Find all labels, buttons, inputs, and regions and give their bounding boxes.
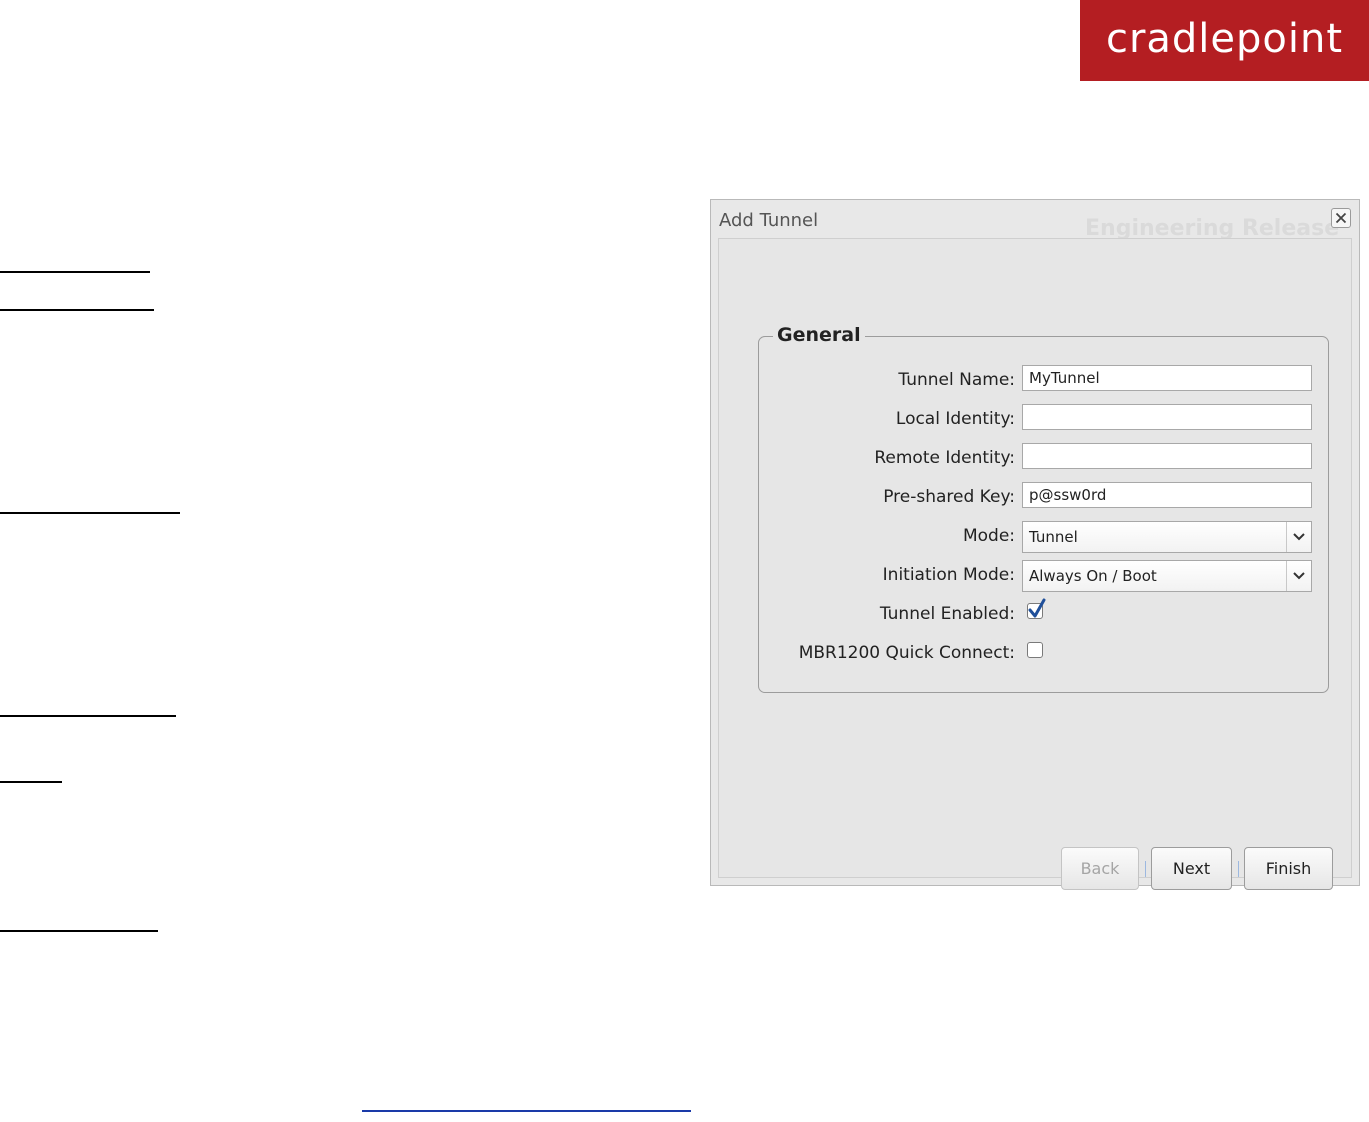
doc-heading-underline [0,715,176,717]
chevron-down-icon [1286,561,1311,591]
general-legend: General [773,324,865,346]
doc-heading-underline [0,930,158,932]
tunnel-enabled-row: Tunnel Enabled: [759,598,1330,629]
tunnel-name-row: Tunnel Name: MyTunnel [759,365,1330,395]
remote-identity-row: Remote Identity: [759,443,1330,473]
close-icon [1335,212,1347,224]
quick-connect-row: MBR1200 Quick Connect: [759,638,1330,668]
initiation-mode-row: Initiation Mode: Always On / Boot [759,560,1330,592]
pre-shared-key-label: Pre-shared Key: [883,487,1015,507]
pre-shared-key-input[interactable]: p@ssw0rd [1022,482,1312,508]
pre-shared-key-row: Pre-shared Key: p@ssw0rd [759,482,1330,512]
tunnel-enabled-label: Tunnel Enabled: [879,604,1015,624]
mode-value: Tunnel [1029,528,1078,546]
tunnel-name-input[interactable]: MyTunnel [1022,365,1312,391]
general-fieldset: General Tunnel Name: MyTunnel Local Iden… [758,324,1330,693]
initiation-mode-value: Always On / Boot [1029,567,1157,585]
doc-link-underline[interactable] [362,1110,691,1112]
add-tunnel-dialog: Add Tunnel Engineering Release General T… [710,199,1360,890]
button-separator [1145,861,1146,877]
checkmark-icon [1028,598,1046,618]
close-button[interactable] [1331,208,1351,228]
back-button[interactable]: Back [1061,847,1139,890]
mode-row: Mode: Tunnel [759,521,1330,553]
doc-heading-underline [0,271,150,273]
doc-heading-underline [0,781,62,783]
remote-identity-label: Remote Identity: [874,448,1015,468]
button-separator [1238,861,1239,877]
next-button[interactable]: Next [1151,847,1232,890]
doc-heading-underline [0,512,180,514]
mode-label: Mode: [962,526,1015,546]
doc-heading-underline [0,309,154,311]
quick-connect-label: MBR1200 Quick Connect: [798,643,1015,663]
initiation-mode-select[interactable]: Always On / Boot [1022,560,1312,592]
tunnel-name-label: Tunnel Name: [898,370,1015,390]
finish-button[interactable]: Finish [1244,847,1333,890]
local-identity-input[interactable] [1022,404,1312,430]
logo-text: cradlepoint [1105,15,1344,62]
initiation-mode-label: Initiation Mode: [882,565,1015,585]
dialog-body: General Tunnel Name: MyTunnel Local Iden… [718,238,1352,890]
quick-connect-checkbox[interactable] [1027,642,1043,658]
cradlepoint-logo: cradlepoint [1080,0,1369,81]
tunnel-enabled-checkbox[interactable] [1027,598,1046,619]
dialog-title: Add Tunnel [719,210,819,231]
remote-identity-input[interactable] [1022,443,1312,469]
mode-select[interactable]: Tunnel [1022,521,1312,553]
local-identity-row: Local Identity: [759,404,1330,434]
local-identity-label: Local Identity: [895,409,1015,429]
chevron-down-icon [1286,522,1311,552]
